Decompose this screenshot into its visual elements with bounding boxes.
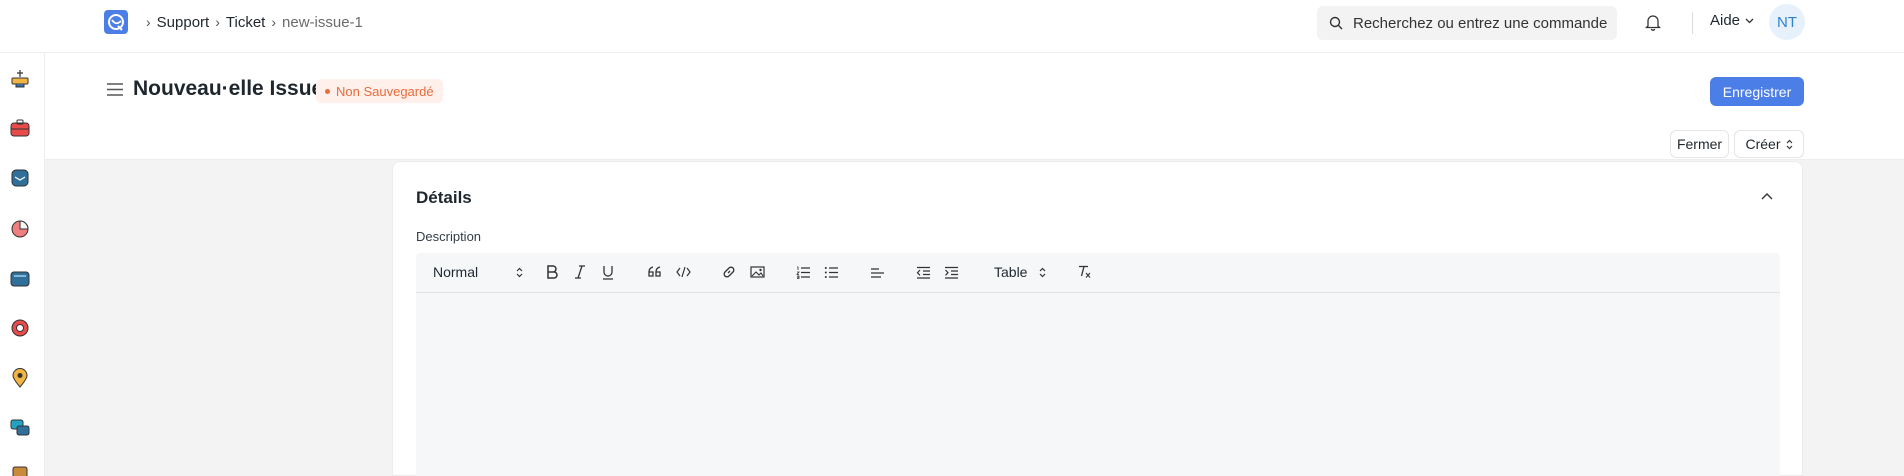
toolbox-icon[interactable] [9, 117, 31, 139]
align-left-icon[interactable] [870, 262, 885, 282]
text-style-value: Normal [433, 264, 479, 280]
app-sidebar [0, 53, 45, 476]
italic-icon[interactable] [574, 262, 586, 282]
help-label: Aide [1710, 12, 1741, 29]
pie-chart-icon[interactable] [9, 217, 31, 239]
breadcrumb: › Support › Ticket › new-issue-1 [140, 12, 363, 32]
avatar[interactable]: NT [1769, 4, 1805, 40]
bell-icon[interactable] [1644, 14, 1662, 36]
updown-chevron-icon [1039, 267, 1046, 277]
chat-icon[interactable] [9, 417, 31, 439]
bold-icon[interactable] [546, 262, 558, 282]
clear-formatting-icon[interactable] [1077, 262, 1092, 282]
breadcrumb-item-current: new-issue-1 [282, 13, 363, 31]
section-title: Détails [416, 188, 472, 207]
underline-icon[interactable] [602, 262, 614, 282]
page-title: Nouveau·elle Issue [133, 77, 324, 100]
create-dropdown-button[interactable]: Créer [1734, 130, 1804, 158]
create-label: Créer [1745, 136, 1781, 152]
blockquote-icon[interactable] [648, 262, 662, 282]
top-navbar: › Support › Ticket › new-issue-1 Recherc… [0, 0, 1904, 53]
ordered-list-icon[interactable] [796, 262, 811, 282]
chevron-right-icon: › [146, 14, 151, 30]
breadcrumb-item-support[interactable]: Support [157, 14, 210, 31]
description-editor[interactable] [416, 293, 1780, 476]
inbox-icon[interactable] [9, 167, 31, 189]
chevron-down-icon [1745, 18, 1754, 23]
search-icon [1329, 16, 1343, 30]
help-dropdown[interactable]: Aide [1710, 12, 1754, 29]
close-button[interactable]: Fermer [1670, 130, 1729, 158]
search-bar[interactable]: Recherchez ou entrez une commande [1317, 6, 1617, 40]
text-style-select[interactable]: Normal [433, 262, 523, 282]
table-select[interactable]: Table [994, 262, 1046, 282]
chevron-right-icon: › [271, 14, 277, 30]
navbar-divider [1692, 12, 1693, 34]
status-dot-icon [325, 88, 330, 94]
location-pin-icon[interactable] [9, 367, 31, 389]
life-ring-icon[interactable] [9, 317, 31, 339]
hamburger-menu-icon[interactable] [107, 83, 123, 96]
bullet-list-icon[interactable] [824, 262, 839, 282]
table-select-value: Table [994, 264, 1028, 280]
page-head: Nouveau·elle Issue Non Sauvegardé Enregi… [45, 53, 1904, 160]
status-badge: Non Sauvegardé [316, 79, 443, 103]
save-button[interactable]: Enregistrer [1710, 77, 1804, 106]
link-icon[interactable] [722, 262, 736, 282]
search-placeholder: Recherchez ou entrez une commande [1353, 14, 1608, 32]
image-icon[interactable] [750, 262, 765, 282]
updown-chevron-icon [1786, 139, 1792, 149]
description-label: Description [416, 229, 482, 244]
chevron-up-icon[interactable] [1761, 192, 1773, 200]
folder-icon[interactable] [9, 267, 31, 289]
outdent-icon[interactable] [916, 262, 931, 282]
editor-toolbar: Normal Table [416, 253, 1780, 293]
book-icon[interactable] [9, 465, 31, 476]
chevron-right-icon: › [215, 14, 220, 30]
code-block-icon[interactable] [676, 262, 691, 282]
shop-icon[interactable] [9, 67, 31, 89]
breadcrumb-item-ticket[interactable]: Ticket [226, 14, 265, 31]
app-logo-icon[interactable] [104, 10, 128, 34]
status-badge-label: Non Sauvegardé [336, 83, 434, 99]
indent-icon[interactable] [944, 262, 959, 282]
details-card: Détails Description Normal Table [392, 161, 1803, 476]
updown-chevron-icon [516, 267, 523, 277]
